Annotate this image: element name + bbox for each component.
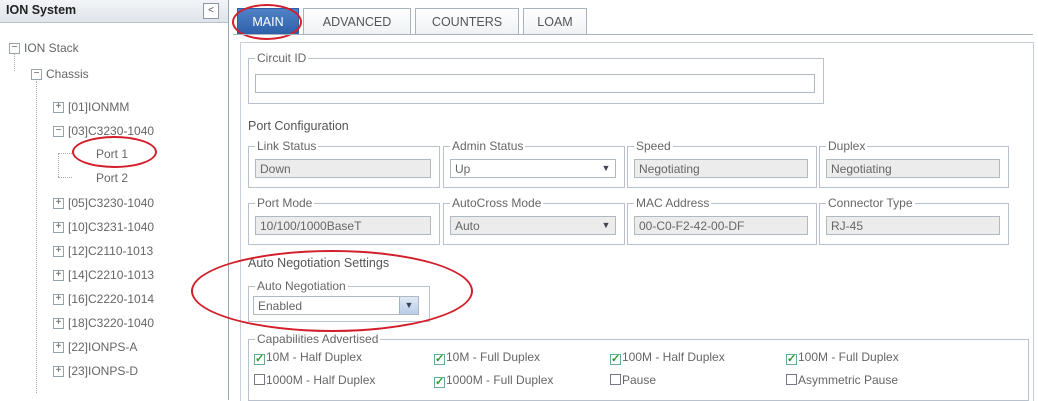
tree-node-module[interactable]: [22]IONPS-A [68, 340, 137, 354]
capability-10m-half[interactable]: ✓ 10M - Half Duplex [254, 350, 362, 365]
mac-address-value: 00-C0-F2-42-00-DF [634, 216, 808, 235]
tree-node-module[interactable]: [16]C2220-1014 [68, 292, 154, 306]
tab-advanced[interactable]: ADVANCED [303, 8, 411, 35]
collapse-toggle-icon[interactable]: − [53, 126, 64, 137]
port-configuration-heading: Port Configuration [248, 119, 349, 133]
capability-10m-full[interactable]: ✓ 10M - Full Duplex [434, 350, 540, 365]
connector-type-group: Connector Type RJ-45 [819, 196, 1009, 245]
port-mode-group: Port Mode 10/100/1000BaseT [248, 196, 440, 245]
duplex-label: Duplex [826, 139, 868, 153]
link-status-group: Link Status Down [248, 139, 440, 188]
autocross-mode-label: AutoCross Mode [450, 196, 544, 210]
expand-toggle-icon[interactable]: + [53, 270, 64, 281]
tree-node-ion-stack[interactable]: ION Stack [24, 41, 79, 55]
port-mode-value: 10/100/1000BaseT [255, 216, 431, 235]
duplex-value: Negotiating [826, 159, 1000, 178]
capability-pause[interactable]: Pause [610, 373, 656, 387]
expand-toggle-icon[interactable]: + [53, 222, 64, 233]
connector-type-label: Connector Type [826, 196, 915, 210]
link-status-label: Link Status [255, 139, 319, 153]
tree-node-module[interactable]: [23]IONPS-D [68, 364, 138, 378]
autocross-mode-group: AutoCross Mode Auto ▼ [443, 196, 625, 245]
expand-toggle-icon[interactable]: + [53, 318, 64, 329]
tree-node-module[interactable]: [18]C3220-1040 [68, 316, 154, 330]
autocross-mode-select[interactable]: Auto ▼ [450, 216, 616, 235]
capability-1000m-full[interactable]: ✓ 1000M - Full Duplex [434, 373, 553, 388]
tree-node-module[interactable]: [01]IONMM [68, 100, 129, 114]
annotation-ellipse [72, 136, 157, 168]
expand-toggle-icon[interactable]: + [53, 342, 64, 353]
tree-panel: ION System < − ION Stack − Chassis + [01… [0, 0, 229, 400]
tree-node-module[interactable]: [05]C3230-1040 [68, 196, 154, 210]
tab-counters[interactable]: COUNTERS [415, 8, 519, 35]
admin-status-value: Up [455, 162, 471, 176]
checkbox-checked-icon[interactable]: ✓ [786, 354, 797, 365]
capability-100m-full[interactable]: ✓ 100M - Full Duplex [786, 350, 899, 365]
speed-label: Speed [634, 139, 673, 153]
port-mode-label: Port Mode [255, 196, 315, 210]
tree-node-module[interactable]: [10]C3231-1040 [68, 220, 154, 234]
collapse-panel-button[interactable]: < [203, 3, 219, 19]
checkbox-unchecked-icon[interactable] [786, 374, 797, 385]
checkbox-checked-icon[interactable]: ✓ [254, 354, 265, 365]
circuit-id-group: Circuit ID [248, 51, 824, 104]
mac-address-label: MAC Address [634, 196, 712, 210]
checkbox-checked-icon[interactable]: ✓ [434, 354, 445, 365]
mac-address-group: MAC Address 00-C0-F2-42-00-DF [627, 196, 817, 245]
capabilities-group: Capabilities Advertised ✓ 10M - Half Dupl… [248, 332, 1029, 401]
annotation-ellipse [191, 250, 473, 332]
link-status-value: Down [255, 159, 431, 178]
tree-header: ION System < [0, 0, 228, 23]
admin-status-select[interactable]: Up ▼ [450, 159, 616, 178]
expand-toggle-icon[interactable]: + [53, 366, 64, 377]
admin-status-group: Admin Status Up ▼ [443, 139, 625, 188]
tree-node-port-2[interactable]: Port 2 [96, 171, 128, 185]
capability-1000m-half[interactable]: 1000M - Half Duplex [254, 373, 375, 387]
collapse-toggle-icon[interactable]: − [9, 43, 20, 54]
checkbox-checked-icon[interactable]: ✓ [434, 377, 445, 388]
expand-toggle-icon[interactable]: + [53, 294, 64, 305]
admin-status-label: Admin Status [450, 139, 526, 153]
tree-node-chassis[interactable]: Chassis [46, 67, 89, 81]
circuit-id-label: Circuit ID [255, 51, 309, 65]
checkbox-checked-icon[interactable]: ✓ [610, 354, 621, 365]
tree-title: ION System [6, 3, 77, 17]
expand-toggle-icon[interactable]: + [53, 198, 64, 209]
main-panel: MAIN ADVANCED COUNTERS LOAM Circuit ID P… [191, 0, 1038, 401]
checkbox-unchecked-icon[interactable] [610, 374, 621, 385]
tab-loam[interactable]: LOAM [523, 8, 587, 35]
capability-asymmetric-pause[interactable]: Asymmetric Pause [786, 373, 898, 387]
speed-group: Speed Negotiating [627, 139, 817, 188]
capabilities-label: Capabilities Advertised [255, 332, 381, 346]
checkbox-unchecked-icon[interactable] [254, 374, 265, 385]
tree-node-module[interactable]: [14]C2210-1013 [68, 268, 154, 282]
speed-value: Negotiating [634, 159, 808, 178]
tree-node-module[interactable]: [12]C2110-1013 [68, 244, 153, 258]
chevron-down-icon[interactable]: ▼ [597, 217, 615, 234]
circuit-id-input[interactable] [255, 74, 815, 93]
expand-toggle-icon[interactable]: + [53, 246, 64, 257]
capability-100m-half[interactable]: ✓ 100M - Half Duplex [610, 350, 725, 365]
autocross-mode-value: Auto [455, 219, 480, 233]
expand-toggle-icon[interactable]: + [53, 102, 64, 113]
duplex-group: Duplex Negotiating [819, 139, 1009, 188]
collapse-toggle-icon[interactable]: − [31, 69, 42, 80]
connector-type-value: RJ-45 [826, 216, 1000, 235]
chevron-down-icon[interactable]: ▼ [597, 160, 615, 177]
main-content: Circuit ID Port Configuration Link Statu… [240, 42, 1034, 401]
